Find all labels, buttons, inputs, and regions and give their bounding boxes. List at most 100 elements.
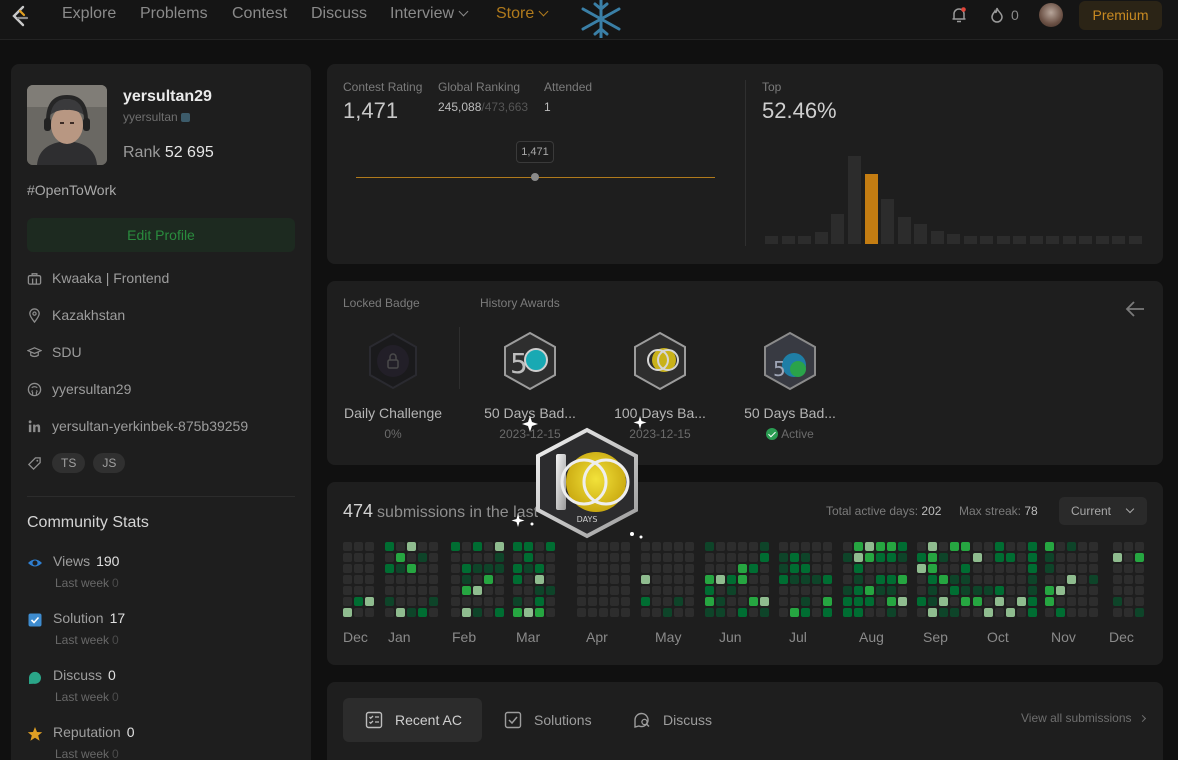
heatmap-day-cell[interactable] — [738, 608, 747, 617]
heatmap-day-cell[interactable] — [473, 608, 482, 617]
heatmap-day-cell[interactable] — [887, 553, 896, 562]
heatmap-day-cell[interactable] — [418, 597, 427, 606]
heatmap-day-cell[interactable] — [961, 608, 970, 617]
heatmap-day-cell[interactable] — [588, 575, 597, 584]
heatmap-day-cell[interactable] — [1006, 586, 1015, 595]
heatmap-day-cell[interactable] — [641, 553, 650, 562]
heatmap-day-cell[interactable] — [407, 575, 416, 584]
heatmap-day-cell[interactable] — [451, 575, 460, 584]
heatmap-day-cell[interactable] — [928, 564, 937, 573]
heatmap-day-cell[interactable] — [865, 597, 874, 606]
streak-flame-icon[interactable] — [988, 6, 1006, 24]
heatmap-day-cell[interactable] — [917, 564, 926, 573]
heatmap-day-cell[interactable] — [524, 597, 533, 606]
heatmap-day-cell[interactable] — [705, 608, 714, 617]
heatmap-day-cell[interactable] — [961, 542, 970, 551]
heatmap-day-cell[interactable] — [760, 575, 769, 584]
heatmap-day-cell[interactable] — [928, 542, 937, 551]
heatmap-day-cell[interactable] — [462, 608, 471, 617]
heatmap-day-cell[interactable] — [418, 564, 427, 573]
heatmap-day-cell[interactable] — [343, 597, 352, 606]
heatmap-day-cell[interactable] — [484, 575, 493, 584]
heatmap-day-cell[interactable] — [995, 564, 1004, 573]
heatmap-day-cell[interactable] — [1067, 586, 1076, 595]
heatmap-day-cell[interactable] — [473, 586, 482, 595]
heatmap-day-cell[interactable] — [887, 586, 896, 595]
heatmap-day-cell[interactable] — [865, 608, 874, 617]
heatmap-day-cell[interactable] — [621, 575, 630, 584]
heatmap-day-cell[interactable] — [407, 564, 416, 573]
heatmap-day-cell[interactable] — [1067, 575, 1076, 584]
heatmap-day-cell[interactable] — [898, 553, 907, 562]
heatmap-day-cell[interactable] — [779, 542, 788, 551]
heatmap-day-cell[interactable] — [641, 597, 650, 606]
heatmap-day-cell[interactable] — [473, 575, 482, 584]
heatmap-day-cell[interactable] — [407, 597, 416, 606]
heatmap-day-cell[interactable] — [524, 575, 533, 584]
heatmap-day-cell[interactable] — [513, 608, 522, 617]
heatmap-day-cell[interactable] — [577, 553, 586, 562]
heatmap-day-cell[interactable] — [535, 575, 544, 584]
heatmap-day-cell[interactable] — [984, 542, 993, 551]
heatmap-day-cell[interactable] — [674, 542, 683, 551]
heatmap-day-cell[interactable] — [1067, 553, 1076, 562]
heatmap-day-cell[interactable] — [685, 564, 694, 573]
heatmap-day-cell[interactable] — [641, 564, 650, 573]
heatmap-day-cell[interactable] — [610, 586, 619, 595]
heatmap-day-cell[interactable] — [546, 564, 555, 573]
heatmap-day-cell[interactable] — [984, 586, 993, 595]
heatmap-day-cell[interactable] — [418, 575, 427, 584]
heatmap-day-cell[interactable] — [385, 608, 394, 617]
heatmap-day-cell[interactable] — [854, 586, 863, 595]
heatmap-day-cell[interactable] — [716, 586, 725, 595]
heatmap-day-cell[interactable] — [801, 597, 810, 606]
heatmap-day-cell[interactable] — [663, 597, 672, 606]
heatmap-day-cell[interactable] — [1067, 542, 1076, 551]
heatmap-day-cell[interactable] — [1124, 597, 1133, 606]
heatmap-day-cell[interactable] — [950, 553, 959, 562]
heatmap-day-cell[interactable] — [749, 597, 758, 606]
heatmap-day-cell[interactable] — [1089, 586, 1098, 595]
heatmap-day-cell[interactable] — [1078, 553, 1087, 562]
heatmap-day-cell[interactable] — [1017, 575, 1026, 584]
heatmap-day-cell[interactable] — [876, 597, 885, 606]
heatmap-day-cell[interactable] — [1045, 608, 1054, 617]
heatmap-day-cell[interactable] — [674, 597, 683, 606]
heatmap-day-cell[interactable] — [716, 575, 725, 584]
heatmap-day-cell[interactable] — [621, 564, 630, 573]
heatmap-day-cell[interactable] — [790, 542, 799, 551]
heatmap-day-cell[interactable] — [843, 597, 852, 606]
heatmap-day-cell[interactable] — [588, 564, 597, 573]
heatmap-day-cell[interactable] — [418, 608, 427, 617]
heatmap-day-cell[interactable] — [843, 575, 852, 584]
heatmap-day-cell[interactable] — [385, 564, 394, 573]
heatmap-day-cell[interactable] — [760, 597, 769, 606]
heatmap-day-cell[interactable] — [663, 586, 672, 595]
heatmap-day-cell[interactable] — [1124, 575, 1133, 584]
heatmap-day-cell[interactable] — [365, 575, 374, 584]
heatmap-day-cell[interactable] — [365, 564, 374, 573]
view-all-submissions-link[interactable]: View all submissions — [1021, 711, 1146, 725]
heatmap-day-cell[interactable] — [663, 542, 672, 551]
heatmap-day-cell[interactable] — [674, 564, 683, 573]
heatmap-day-cell[interactable] — [779, 608, 788, 617]
heatmap-day-cell[interactable] — [790, 597, 799, 606]
heatmap-day-cell[interactable] — [365, 586, 374, 595]
heatmap-day-cell[interactable] — [652, 597, 661, 606]
heatmap-day-cell[interactable] — [451, 597, 460, 606]
heatmap-day-cell[interactable] — [801, 564, 810, 573]
heatmap-day-cell[interactable] — [407, 553, 416, 562]
heatmap-day-cell[interactable] — [705, 542, 714, 551]
heatmap-day-cell[interactable] — [898, 597, 907, 606]
heatmap-day-cell[interactable] — [779, 586, 788, 595]
heatmap-day-cell[interactable] — [1078, 542, 1087, 551]
heatmap-day-cell[interactable] — [876, 542, 885, 551]
heatmap-day-cell[interactable] — [961, 553, 970, 562]
heatmap-day-cell[interactable] — [973, 542, 982, 551]
heatmap-day-cell[interactable] — [1124, 608, 1133, 617]
heatmap-day-cell[interactable] — [1089, 608, 1098, 617]
heatmap-day-cell[interactable] — [396, 542, 405, 551]
heatmap-day-cell[interactable] — [1006, 608, 1015, 617]
tab-recent-ac[interactable]: Recent AC — [343, 698, 482, 742]
heatmap-day-cell[interactable] — [801, 575, 810, 584]
